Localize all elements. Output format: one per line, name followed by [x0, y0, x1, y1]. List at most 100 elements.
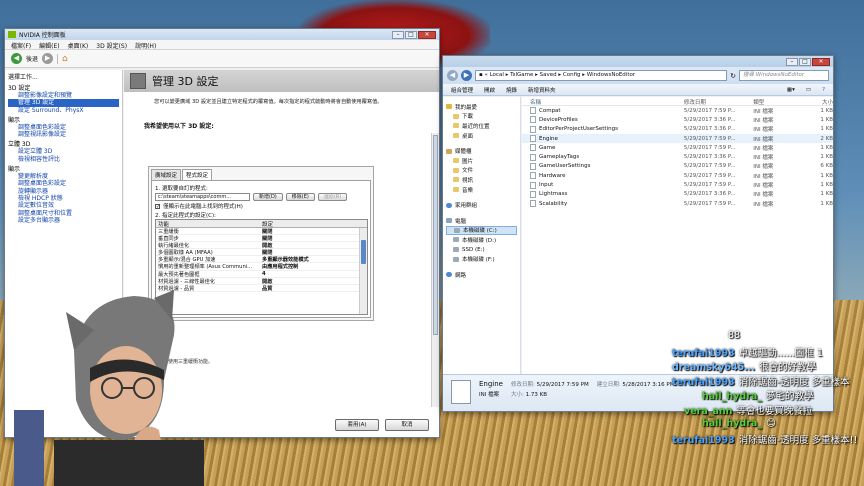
- file-row[interactable]: Compat 5/29/2017 7:59 P... INI 檔案 1 KB: [522, 106, 833, 115]
- settings-row[interactable]: 三重緩衝 關閉: [156, 228, 367, 236]
- close-button[interactable]: ✕: [418, 30, 436, 39]
- menu-help[interactable]: 說明(H): [135, 41, 156, 50]
- setting-value[interactable]: 4: [260, 271, 356, 277]
- tree-item[interactable]: 設定多台顯示器: [8, 217, 119, 224]
- add-program-button[interactable]: 新增(D): [253, 193, 283, 201]
- setting-value[interactable]: 關閉: [260, 228, 356, 235]
- settings-row[interactable]: 材質過濾 - 三線性最佳化 開啟: [156, 278, 367, 285]
- settings-row[interactable]: 多重顯示/混合 GPU 加速 多重顯示器效能模式: [156, 256, 367, 264]
- forward-icon[interactable]: ▶: [461, 70, 472, 81]
- maximize-button[interactable]: □: [405, 30, 417, 39]
- nav-item[interactable]: 下載: [446, 112, 517, 122]
- file-row[interactable]: EditorPerProjectUserSettings 5/29/2017 3:…: [522, 125, 833, 134]
- setting-value[interactable]: 關閉: [260, 235, 356, 242]
- file-row[interactable]: GameplayTags 5/29/2017 3:36 P... INI 檔案 1 K…: [522, 152, 833, 161]
- menu-edit[interactable]: 編輯(E): [39, 41, 59, 50]
- program-select[interactable]: c:\steam\steamapps\comm...: [155, 193, 250, 201]
- file-row[interactable]: Lightmass 5/29/2017 3:36 P... INI 檔案 1 KB: [522, 190, 833, 199]
- file-row[interactable]: Hardware 5/29/2017 7:59 P... INI 檔案 1 KB: [522, 171, 833, 180]
- tree-item[interactable]: 調整視訊影像設定: [8, 131, 119, 138]
- nav-item[interactable]: 視訊: [446, 175, 517, 185]
- setting-value[interactable]: 品質: [260, 285, 356, 292]
- breadcrumb-item[interactable]: Local: [490, 72, 504, 78]
- grid-scrollbar[interactable]: [359, 228, 367, 314]
- tree-item[interactable]: 設定數位音效: [8, 202, 119, 209]
- settings-row[interactable]: 最大預先著色圖框 4: [156, 271, 367, 278]
- close-button[interactable]: ✕: [812, 57, 830, 66]
- nav-item[interactable]: 家用群組: [446, 200, 517, 210]
- settings-row[interactable]: 執行緒最佳化 開啟: [156, 242, 367, 250]
- breadcrumb-item[interactable]: WindowsNoEditor: [587, 72, 635, 78]
- nav-item[interactable]: 我的最愛: [446, 102, 517, 112]
- file-row[interactable]: Engine 5/29/2017 7:59 P... INI 檔案 2 KB: [522, 133, 833, 144]
- settings-row[interactable]: 多個圖取樣 AA (MFAA) 關閉: [156, 249, 367, 257]
- nav-item[interactable]: 最近的位置: [446, 121, 517, 131]
- breadcrumb-item[interactable]: Saved: [540, 72, 557, 78]
- breadcrumb-item[interactable]: TslGame: [510, 72, 533, 78]
- menu-desktop[interactable]: 桌面(K): [68, 41, 89, 50]
- refresh-icon[interactable]: ↻: [730, 72, 736, 80]
- nav-item[interactable]: 本機磁碟 (D:): [446, 235, 517, 245]
- tree-item[interactable]: 調整桌面尺寸和位置: [8, 210, 119, 217]
- col-name[interactable]: 名稱: [522, 98, 684, 106]
- tree-item[interactable]: 檢視相容性評比: [8, 156, 119, 163]
- col-type[interactable]: 類型: [753, 98, 804, 106]
- nav-item[interactable]: 網路: [446, 270, 517, 280]
- setting-value[interactable]: 關閉: [260, 249, 356, 256]
- minimize-button[interactable]: –: [786, 57, 798, 66]
- preview-pane-icon[interactable]: ▭: [806, 87, 811, 93]
- nav-item[interactable]: 音樂: [446, 185, 517, 195]
- menu-file[interactable]: 檔案(F): [11, 41, 31, 50]
- help-icon[interactable]: ?: [822, 87, 825, 93]
- main-scrollbar[interactable]: [431, 133, 439, 407]
- file-row[interactable]: Input 5/29/2017 7:59 P... INI 檔案 1 KB: [522, 180, 833, 189]
- tree-item[interactable]: 管理 3D 設定: [8, 99, 119, 107]
- tree-group[interactable]: 顯示: [8, 164, 119, 173]
- back-icon[interactable]: ◀: [11, 53, 22, 64]
- settings-row[interactable]: 垂直同步 關閉: [156, 235, 367, 243]
- organize-button[interactable]: 組合管理: [451, 86, 473, 94]
- file-row[interactable]: DeviceProfiles 5/29/2017 3:36 P... INI 檔案 1…: [522, 115, 833, 124]
- tree-item[interactable]: 調整桌面色彩設定: [8, 180, 119, 187]
- file-row[interactable]: GameUserSettings 5/29/2017 7:59 P... INI 檔…: [522, 162, 833, 171]
- cancel-button[interactable]: 取消: [385, 419, 429, 431]
- tree-item[interactable]: 設定立體 3D: [8, 148, 119, 155]
- address-bar[interactable]: ▪ « Local ▸ TslGame ▸ Saved ▸ Config ▸ W…: [475, 70, 728, 81]
- col-modified[interactable]: 修改日期: [684, 98, 753, 106]
- tree-group[interactable]: 3D 設定: [8, 83, 119, 92]
- restore-program-button[interactable]: 還原(R): [317, 193, 348, 201]
- burn-button[interactable]: 燒錄: [506, 86, 517, 94]
- col-size[interactable]: 大小: [805, 98, 833, 106]
- file-row[interactable]: Scalability 5/29/2017 7:59 P... INI 檔案 1 KB: [522, 199, 833, 208]
- nav-item[interactable]: 本機磁碟 (F:): [446, 254, 517, 264]
- nav-item[interactable]: SSD (E:): [446, 245, 517, 255]
- menu-3d-settings[interactable]: 3D 設定(S): [96, 41, 127, 50]
- view-options-icon[interactable]: ▦▾: [787, 87, 795, 93]
- maximize-button[interactable]: □: [799, 57, 811, 66]
- open-button[interactable]: 開啟: [484, 86, 495, 94]
- setting-value[interactable]: 由應用程式控制: [260, 263, 356, 270]
- file-row[interactable]: Game 5/29/2017 7:59 P... INI 檔案 1 KB: [522, 143, 833, 152]
- tab-global-settings[interactable]: 廣域設定: [151, 169, 182, 180]
- tree-group[interactable]: 顯示: [8, 115, 119, 124]
- nvidia-titlebar[interactable]: NVIDIA 控制面板 – □ ✕: [5, 29, 439, 40]
- show-found-programs-checkbox[interactable]: ✓: [155, 203, 160, 209]
- nav-item[interactable]: 本機磁碟 (C:): [446, 225, 517, 236]
- settings-row[interactable]: 慣用的重新整理頻率 (Asus Communi... 由應用程式控制: [156, 263, 367, 271]
- nav-item[interactable]: 電腦: [446, 216, 517, 226]
- new-folder-button[interactable]: 新增資料夾: [528, 86, 556, 94]
- nav-item[interactable]: 圖片: [446, 156, 517, 166]
- nav-item[interactable]: 文件: [446, 166, 517, 176]
- back-icon[interactable]: ◀: [447, 70, 458, 81]
- tree-item[interactable]: 旋轉顯示器: [8, 188, 119, 195]
- apply-button[interactable]: 套用(A): [335, 419, 379, 431]
- tab-program-settings[interactable]: 程式設定: [182, 169, 213, 180]
- minimize-button[interactable]: –: [392, 30, 404, 39]
- setting-value[interactable]: 開啟: [260, 278, 356, 285]
- tree-item[interactable]: 設定 Surround、PhysX: [8, 107, 119, 114]
- setting-value[interactable]: 開啟: [260, 242, 356, 249]
- setting-value[interactable]: 多重顯示器效能模式: [260, 256, 356, 263]
- nav-item[interactable]: 媒體櫃: [446, 146, 517, 156]
- nav-item[interactable]: 桌面: [446, 131, 517, 141]
- search-input[interactable]: 搜尋 WindowsNoEditor: [739, 70, 829, 81]
